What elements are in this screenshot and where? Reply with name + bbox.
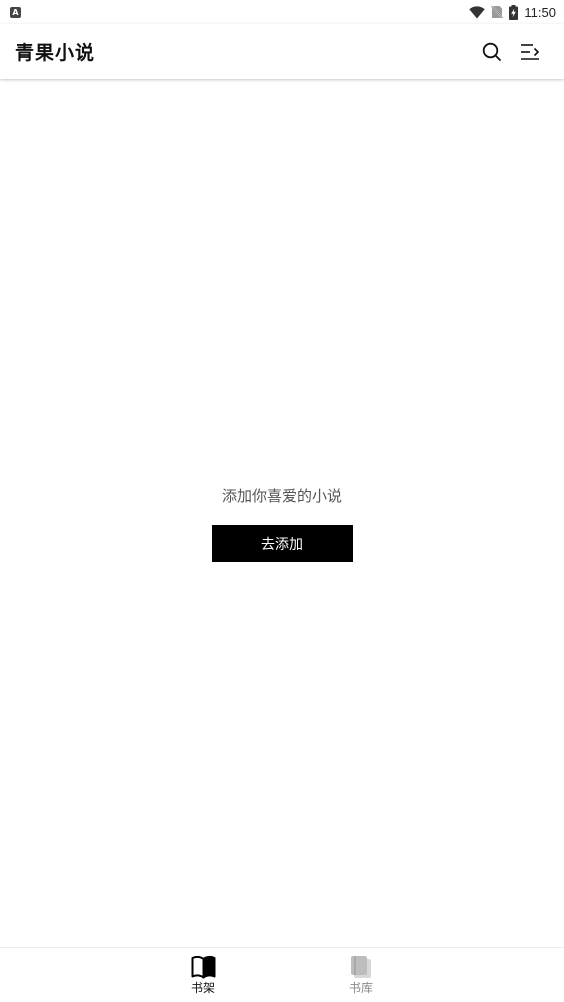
app-bar: 青果小说 [0, 24, 564, 79]
app-actions [480, 40, 542, 64]
open-book-icon [191, 955, 215, 979]
battery-charging-icon [509, 4, 519, 20]
search-button[interactable] [480, 40, 504, 64]
status-right: 11:50 [469, 4, 556, 20]
no-sim-icon [491, 5, 504, 19]
empty-state: 添加你喜爱的小说 去添加 [0, 484, 564, 562]
menu-button[interactable] [518, 40, 542, 64]
wifi-icon [469, 5, 486, 19]
go-add-button[interactable]: 去添加 [211, 525, 353, 562]
status-left: A [10, 6, 21, 18]
search-icon [482, 42, 501, 61]
empty-state-message: 添加你喜爱的小说 [221, 487, 342, 505]
status-time: 11:50 [524, 4, 556, 20]
menu-arrow-icon [521, 43, 540, 60]
nav-item-library[interactable]: 书库 [282, 948, 440, 1002]
status-bar: A 11:50 [0, 0, 564, 24]
bottom-nav: 书架 书库 [0, 947, 564, 1002]
nav-item-bookshelf[interactable]: 书架 [124, 948, 282, 1002]
nav-label-library: 书库 [348, 981, 373, 995]
nav-label-bookshelf: 书架 [190, 981, 215, 995]
notification-a-icon: A [10, 6, 21, 18]
app-title: 青果小说 [15, 42, 96, 64]
app-screen: A 11:50 青果小说 添加你喜爱的小说 去添加 书架 书库 [0, 0, 564, 1002]
book-stack-icon [351, 956, 371, 978]
